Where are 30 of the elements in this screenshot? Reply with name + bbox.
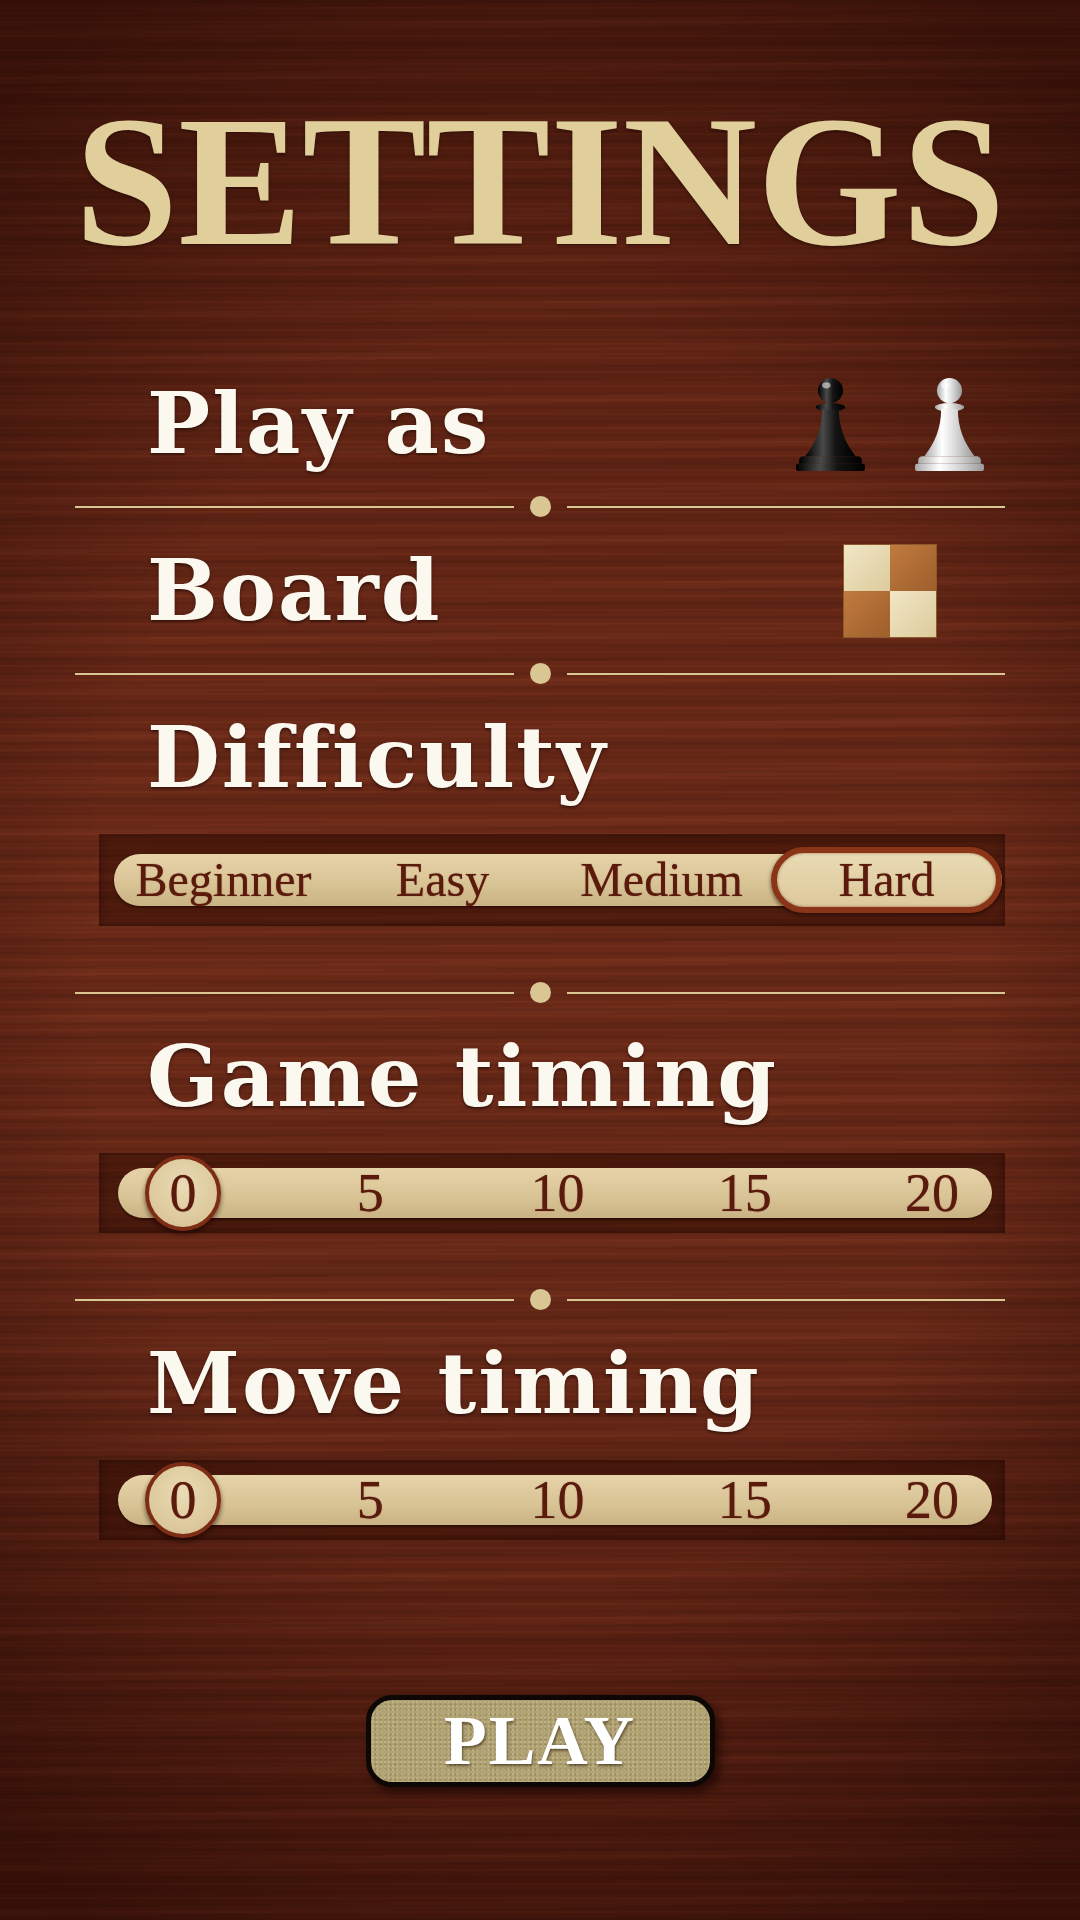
dot-icon <box>529 496 551 517</box>
setting-label: Move timing <box>147 1336 761 1432</box>
slider-track[interactable]: 0 5 10 15 20 <box>118 1168 992 1218</box>
difficulty-option[interactable]: Easy <box>333 854 552 906</box>
tick-label: 0 <box>169 1473 197 1527</box>
setting-label: Play as <box>147 376 491 472</box>
tick-label: 10 <box>530 1166 585 1220</box>
tick-label: 15 <box>717 1166 772 1220</box>
dot-icon <box>529 663 551 684</box>
slider-thumb[interactable] <box>145 1155 221 1231</box>
tick-label: 20 <box>905 1166 959 1220</box>
pawn-icon[interactable] <box>914 377 985 471</box>
tick-label: 0 <box>169 1166 197 1220</box>
settings-title: SETTINGS <box>73 81 1007 281</box>
tick-label: 15 <box>717 1473 772 1527</box>
difficulty-option[interactable]: Hard <box>771 847 1002 913</box>
dot-icon <box>529 1289 551 1310</box>
tick-label: 20 <box>905 1473 959 1527</box>
dot-icon <box>529 982 551 1003</box>
slider-track[interactable]: 0 5 10 15 20 <box>118 1475 992 1525</box>
setting-label: Difficulty <box>147 710 608 806</box>
difficulty-option[interactable]: Beginner <box>114 854 333 906</box>
slider-thumb[interactable] <box>145 1462 221 1538</box>
setting-label: Game timing <box>147 1029 779 1125</box>
setting-label: Board <box>147 543 442 639</box>
tick-label: 10 <box>530 1473 585 1527</box>
difficulty-option[interactable]: Medium <box>552 854 771 906</box>
checkerboard-icon[interactable] <box>843 544 937 638</box>
tick-label: 5 <box>356 1473 384 1527</box>
tick-label: 5 <box>356 1166 384 1220</box>
